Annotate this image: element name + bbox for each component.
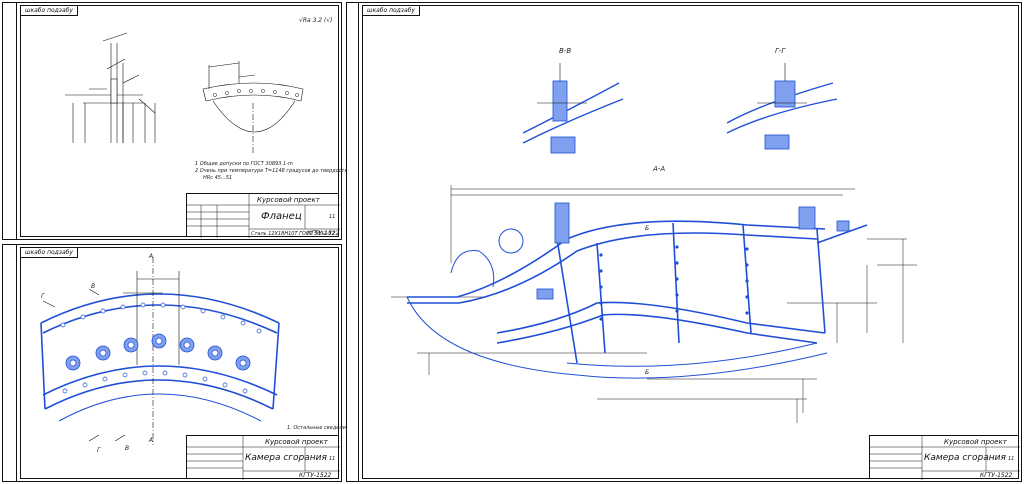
title-name: Фланец [261,211,302,222]
title-name: Камера сгорания [924,453,1006,463]
flange-note-3: HRc 45...51 [203,175,233,181]
title-code: КГТУ-1522 [299,472,332,479]
sheet-liner: шкабо подзабу Г В А Г В А 1. Остальные с… [2,244,355,482]
sheet-count: 11 [329,214,336,220]
sheet-count: 11 [329,456,336,462]
liner-note: 1. Остальные сведения ... [287,425,356,431]
title-block: Курсовой проект Фланец 11 Сталь 12Х18Н10… [186,193,340,238]
title-course: Курсовой проект [257,196,320,204]
chamber-drawing [391,63,917,423]
sheet-chamber: шкабо подзабу В-В Г-Г А-А Б Б Курсовой п… [346,2,1022,482]
sheet-flange: шкабо подзабу √Ra 3.2 (√) 1 Общие допуск… [2,2,348,240]
section-mark-v-bottom: В [125,445,130,452]
section-mark-g-top: Г [41,293,45,300]
title-course: Курсовой проект [944,438,1007,446]
title-block: Курсовой проект Камера сгорания 11 КГТУ-… [869,435,1020,480]
title-name: Камера сгорания [245,453,327,463]
flange-note-1: 1 Общие допуски по ГОСТ 30893.1-m [195,161,293,167]
flange-note-2: 2 Очень при температуре Т=1148 градусов … [195,168,348,174]
section-mark-g-bottom: Г [97,447,101,454]
section-mark-a-top: А [149,253,154,260]
title-code: КГТУ-1522 [980,472,1013,479]
sheet-count: 11 [1008,456,1015,462]
title-code: КГТУ-1522 [307,230,340,237]
section-mark-v-top: В [91,283,96,290]
title-block: Курсовой проект Камера сгорания 11 КГТУ-… [186,435,340,480]
section-mark-a-bottom: А [149,437,154,444]
title-course: Курсовой проект [265,438,328,446]
